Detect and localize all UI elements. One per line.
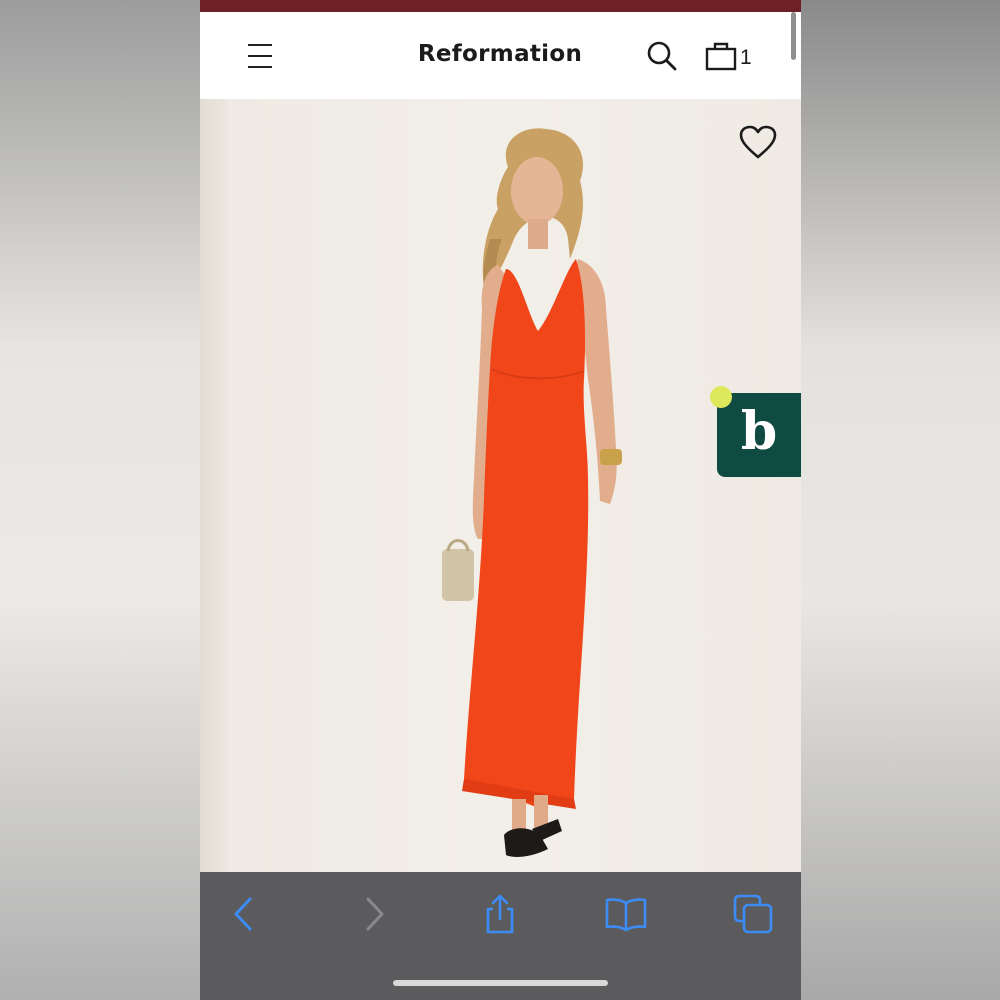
home-indicator (393, 980, 608, 986)
product-image-edge (200, 99, 228, 872)
heart-icon (739, 125, 777, 159)
product-image[interactable]: b (200, 99, 801, 872)
bookmarks-icon (605, 898, 647, 932)
browser-toolbar (200, 872, 801, 1000)
background-left (0, 0, 200, 1000)
search-icon (647, 41, 677, 71)
menu-button[interactable] (244, 42, 278, 70)
back-arrow-icon (234, 897, 252, 931)
widget-notification-dot (710, 386, 732, 408)
widget-letter: b (740, 401, 778, 462)
b-chat-widget[interactable]: b (717, 393, 801, 477)
bookmarks-button[interactable] (604, 892, 648, 936)
wishlist-button[interactable] (738, 125, 778, 161)
back-button[interactable] (222, 892, 266, 936)
shopping-bag-icon (705, 42, 737, 71)
forward-button[interactable] (351, 892, 395, 936)
search-button[interactable] (644, 38, 680, 74)
scroll-indicator (791, 12, 796, 60)
share-icon (486, 894, 514, 934)
tabs-button[interactable] (731, 892, 775, 936)
tabs-icon (733, 894, 773, 934)
brand-logo[interactable]: Reformation (380, 41, 620, 67)
phone-screen: Reformation 1 b (200, 0, 801, 1000)
status-bar (200, 0, 801, 12)
forward-arrow-icon (366, 897, 384, 931)
background-right (801, 0, 1000, 1000)
model-figure (442, 128, 622, 857)
share-button[interactable] (478, 892, 522, 936)
site-header: Reformation 1 (200, 12, 801, 99)
cart-button[interactable]: 1 (703, 38, 759, 74)
cart-count: 1 (740, 46, 752, 69)
